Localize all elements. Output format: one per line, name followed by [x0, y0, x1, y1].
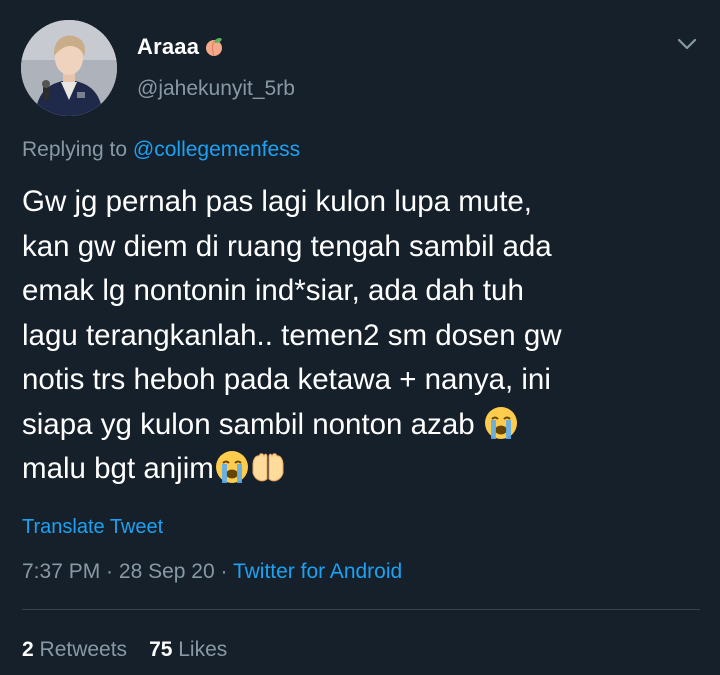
likes-stat[interactable]: 75 Likes [149, 638, 227, 661]
tweet-date[interactable]: 28 Sep 20 [119, 560, 215, 583]
peach-icon [206, 38, 223, 57]
retweets-label: Retweets [33, 638, 128, 661]
meta-separator: · [100, 560, 119, 583]
likes-count: 75 [149, 638, 173, 661]
avatar[interactable] [21, 20, 117, 116]
tweet-source-link[interactable]: Twitter for Android [233, 560, 402, 583]
divider [22, 609, 700, 610]
tweet-stats: 2 Retweets 75 Likes [22, 638, 227, 662]
replying-prefix: Replying to [22, 138, 133, 161]
tweet-line: lagu terangkanlah.. temen2 sm dosen gw [22, 318, 562, 352]
tweet-line: malu bgt anjim [22, 452, 214, 485]
tweet-line-with-emoji: malu bgt anjim [22, 447, 712, 492]
tweet-line: Gw jg pernah pas lagi kulon lupa mute, [22, 185, 532, 218]
palms-up-together-icon [252, 453, 284, 482]
tweet-line: kan gw diem di ruang tengah sambil ada [22, 229, 552, 263]
user-name-row[interactable]: Araaa [137, 34, 225, 60]
translate-tweet-link[interactable]: Translate Tweet [22, 516, 163, 539]
likes-label: Likes [172, 638, 228, 661]
chevron-down-icon[interactable] [676, 36, 698, 52]
avatar-image [21, 20, 117, 116]
user-handle[interactable]: @jahekunyit_5rb [137, 77, 295, 101]
loudly-crying-face-icon [484, 406, 517, 439]
tweet-line: notis trs heboh pada ketawa + nanya, ini [22, 363, 551, 396]
display-name[interactable]: Araaa [137, 34, 199, 60]
tweet-line: emak lg nontonin ind*siar, ada dah tuh [22, 274, 524, 307]
tweet-line-with-emoji: siapa yg kulon sambil nonton azab [22, 403, 712, 448]
tweet-detail: Araaa @jahekunyit_5rb Replying to @colle… [0, 0, 720, 675]
tweet-line: siapa yg kulon sambil nonton azab [22, 407, 483, 441]
reply-mention-link[interactable]: @collegemenfess [133, 138, 300, 161]
retweets-stat[interactable]: 2 Retweets [22, 638, 127, 661]
tweet-meta: 7:37 PM · 28 Sep 20 · Twitter for Androi… [22, 560, 402, 584]
tweet-text: Gw jg pernah pas lagi kulon lupa mute, k… [22, 180, 712, 492]
replying-to: Replying to @collegemenfess [22, 138, 300, 162]
loudly-crying-face-icon [215, 451, 248, 483]
meta-separator: · [214, 560, 233, 583]
tweet-time[interactable]: 7:37 PM [22, 560, 100, 583]
retweets-count: 2 [22, 638, 34, 661]
